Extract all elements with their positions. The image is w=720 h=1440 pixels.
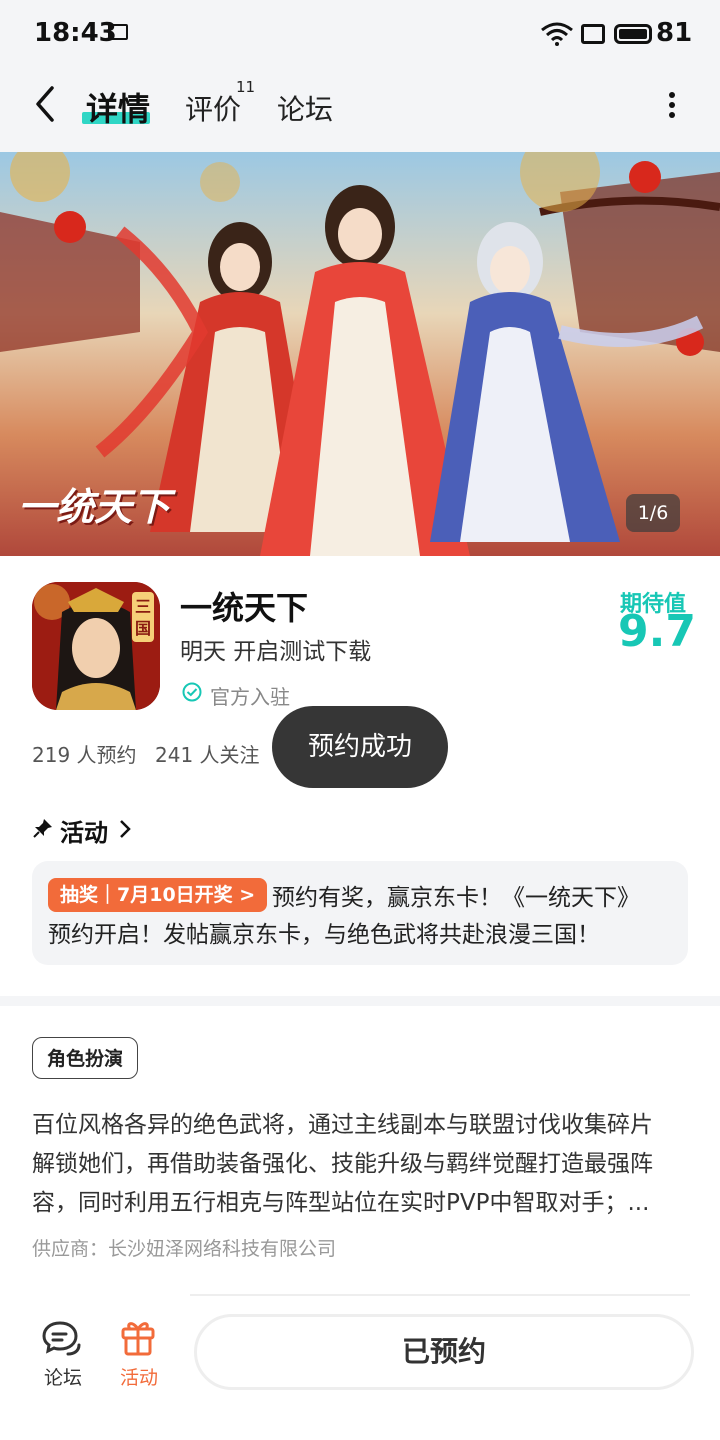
banner-page-indicator: 1/6 bbox=[626, 494, 680, 532]
official-badge: 官方入驻 bbox=[210, 685, 290, 709]
bottom-divider bbox=[190, 1294, 690, 1296]
description-line[interactable]: 容，同时利用五行相克与阵型站位在实时PVP中智取对手；... bbox=[32, 1183, 649, 1217]
screen-icon bbox=[581, 24, 605, 44]
app-icon: 三 国 bbox=[32, 582, 160, 710]
expectation-score: 9.7 bbox=[618, 606, 696, 657]
follower-count: 241 人关注 bbox=[155, 743, 260, 767]
supplier-info: 供应商：长沙妞泽网络科技有限公司 bbox=[32, 1238, 337, 1260]
more-options-icon[interactable] bbox=[662, 90, 682, 120]
reserved-button[interactable]: 已预约 bbox=[194, 1314, 694, 1390]
reservation-count: 219 人预约 bbox=[32, 743, 137, 767]
verified-check-icon bbox=[182, 682, 202, 702]
activity-text-line1: 预约有奖，赢京东卡！《一统天下》 bbox=[272, 885, 640, 911]
svg-text:国: 国 bbox=[135, 619, 151, 638]
battery-level: 81 bbox=[656, 18, 693, 48]
description-line: 解锁她们，再借助装备强化、技能升级与羁绊觉醒打造最强阵 bbox=[32, 1151, 653, 1177]
battery-icon bbox=[614, 24, 652, 44]
image-notification-icon bbox=[108, 24, 128, 40]
tab-forum[interactable]: 论坛 bbox=[277, 88, 333, 128]
app-name: 一统天下 bbox=[180, 589, 309, 627]
activity-card[interactable] bbox=[32, 861, 688, 965]
lottery-badge: 抽奖｜7月10日开奖 > bbox=[48, 878, 268, 912]
svg-text:三: 三 bbox=[135, 597, 151, 616]
activity-section-title[interactable]: 活动 bbox=[60, 813, 108, 848]
pin-icon bbox=[33, 819, 52, 838]
banner-game-logo: 一统天下 bbox=[18, 485, 171, 529]
status-time: 18:43 bbox=[34, 18, 117, 48]
gift-icon[interactable] bbox=[120, 1318, 156, 1356]
app-release-status: 明天 开启测试下载 bbox=[180, 639, 372, 665]
genre-tag[interactable]: 角色扮演 bbox=[32, 1037, 139, 1079]
review-count-badge: 11 bbox=[236, 78, 256, 96]
bottom-nav-forum-label[interactable]: 论坛 bbox=[44, 1363, 82, 1390]
section-divider bbox=[0, 996, 720, 1006]
reserve-success-toast: 预约成功 bbox=[272, 706, 448, 788]
forum-chat-icon[interactable] bbox=[42, 1320, 82, 1358]
tab-detail[interactable]: 详情 bbox=[86, 84, 150, 130]
back-arrow-icon[interactable] bbox=[30, 84, 60, 124]
bottom-nav-activity-label[interactable]: 活动 bbox=[120, 1363, 158, 1390]
wifi-icon bbox=[541, 22, 573, 46]
tab-review[interactable]: 评价 bbox=[185, 88, 241, 128]
description-line: 百位风格各异的绝色武将，通过主线副本与联盟讨伐收集碎片 bbox=[32, 1112, 653, 1138]
chevron-right-icon[interactable] bbox=[118, 818, 132, 840]
activity-text-line2: 预约开启！发帖赢京东卡，与绝色武将共赴浪漫三国！ bbox=[48, 922, 600, 948]
app-icon-art: 三 国 bbox=[32, 582, 160, 710]
